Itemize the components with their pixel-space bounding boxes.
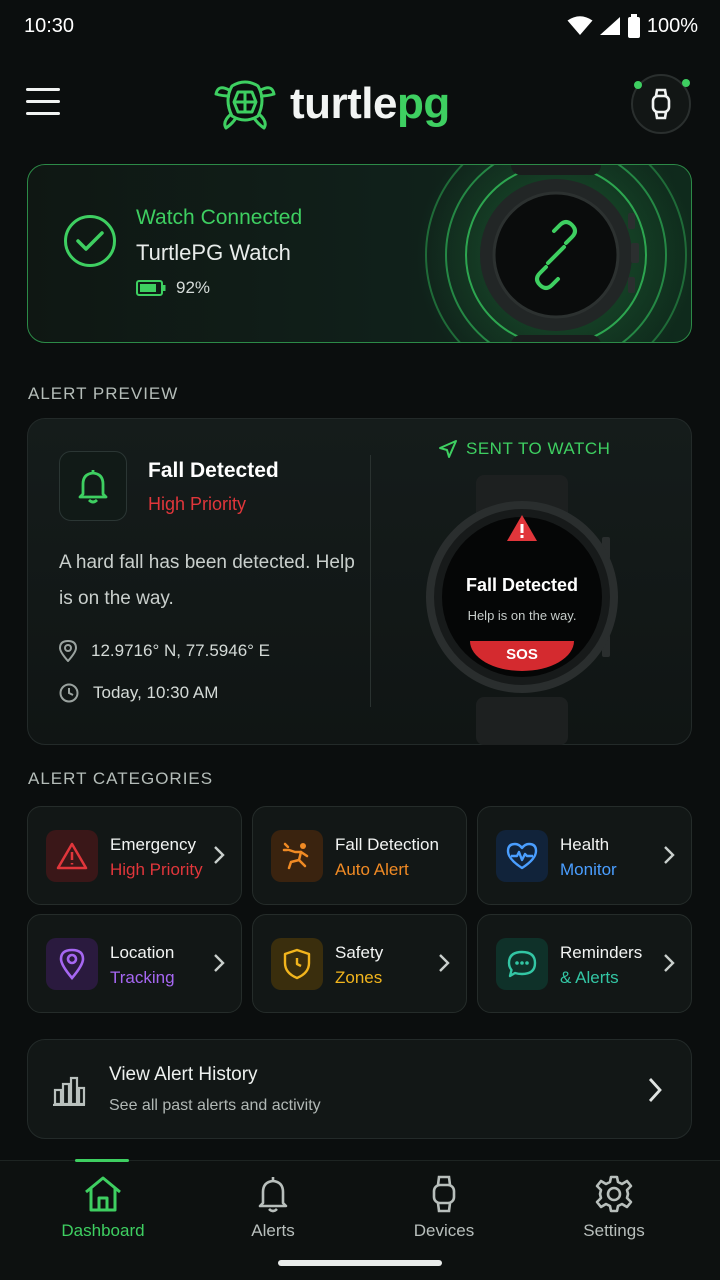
- category-name: Health: [560, 835, 610, 854]
- chevron-right-icon: [214, 954, 225, 972]
- menu-line: [26, 88, 60, 91]
- category-emergency[interactable]: Emergency High Priority: [27, 806, 242, 905]
- category-fall-detection[interactable]: Fall Detection Auto Alert: [252, 806, 467, 905]
- location-pin-icon: [46, 938, 98, 990]
- brand-name-part1: turtle: [290, 79, 398, 128]
- category-name: Emergency: [110, 835, 196, 854]
- category-name: Location: [110, 943, 175, 962]
- home-indicator[interactable]: [278, 1260, 442, 1266]
- location-pin-icon: [59, 640, 77, 662]
- divider: [370, 455, 371, 707]
- status-dot: [634, 81, 642, 89]
- alert-categories-heading: ALERT CATEGORIES: [28, 769, 214, 788]
- watch-button[interactable]: [631, 74, 691, 134]
- alert-title: Fall Detected: [148, 459, 279, 482]
- alert-preview-card[interactable]: Fall Detected High Priority A hard fall …: [27, 418, 692, 745]
- alert-location: 12.9716° N, 77.5946° E: [59, 640, 270, 662]
- tab-label: Dashboard: [61, 1221, 145, 1240]
- category-subtitle: & Alerts: [560, 968, 619, 987]
- active-tab-indicator: [75, 1159, 129, 1162]
- category-subtitle: Zones: [335, 968, 383, 987]
- menu-line: [26, 100, 60, 103]
- clock-icon: [59, 683, 79, 703]
- brand-logo: turtlepg: [212, 76, 450, 132]
- bottom-tab-bar: Dashboard Alerts Devices Settings: [0, 1159, 720, 1280]
- chevron-right-icon: [664, 954, 675, 972]
- tab-devices[interactable]: Devices: [374, 1175, 514, 1255]
- status-bar: 10:30 100%: [0, 0, 720, 52]
- bell-icon-box: [59, 451, 127, 521]
- battery-icon: [627, 14, 640, 38]
- category-reminders[interactable]: Reminders & Alerts: [477, 914, 692, 1013]
- alert-preview-heading: ALERT PREVIEW: [28, 384, 179, 403]
- warning-icon: [46, 830, 98, 882]
- signal-rings-graphic: [416, 165, 691, 342]
- category-subtitle: Tracking: [110, 968, 175, 987]
- tab-label: Alerts: [251, 1221, 295, 1240]
- category-name: Safety: [335, 943, 384, 962]
- watch-alert-preview: Fall Detected Help is on the way. SOS: [426, 475, 618, 745]
- history-title: View Alert History: [109, 1064, 258, 1085]
- turtle-logo-icon: [214, 80, 276, 130]
- shield-icon: [271, 938, 323, 990]
- category-subtitle: High Priority: [110, 860, 203, 879]
- chevron-right-icon: [439, 954, 450, 972]
- watch-icon: [651, 88, 671, 120]
- category-subtitle: Monitor: [560, 860, 617, 879]
- chevron-right-icon: [214, 846, 225, 864]
- sent-to-watch: SENT TO WATCH: [438, 439, 610, 459]
- app-header: turtlepg: [0, 70, 720, 142]
- menu-line: [26, 112, 60, 115]
- watch-connection-card[interactable]: Watch Connected TurtlePG Watch 92%: [27, 164, 692, 343]
- alert-priority: High Priority: [148, 494, 247, 514]
- alert-message: A hard fall has been detected. Help is o…: [59, 552, 355, 609]
- home-icon: [85, 1176, 121, 1212]
- fall-person-icon: [271, 830, 323, 882]
- bar-chart-icon: [53, 1076, 86, 1106]
- alert-time-text: Today, 10:30 AM: [93, 683, 219, 702]
- check-circle-icon: [64, 215, 116, 267]
- category-subtitle: Auto Alert: [335, 860, 409, 879]
- tab-settings[interactable]: Settings: [544, 1175, 684, 1255]
- brand-name-part2: pg: [397, 79, 450, 128]
- connection-status: Watch Connected: [136, 206, 303, 229]
- brand-name: turtlepg: [290, 79, 450, 129]
- battery-level-text: 92%: [176, 278, 211, 297]
- battery-level-icon: [136, 280, 166, 296]
- status-dot: [682, 79, 690, 87]
- menu-button[interactable]: [26, 88, 66, 124]
- category-name: Reminders: [560, 943, 643, 962]
- category-health[interactable]: Health Monitor: [477, 806, 692, 905]
- sent-label: SENT TO WATCH: [466, 439, 611, 458]
- gear-icon: [595, 1175, 633, 1213]
- device-name: TurtlePG Watch: [136, 240, 291, 265]
- device-battery: 92%: [136, 278, 210, 298]
- watch-alert-subtitle: Help is on the way.: [467, 608, 577, 623]
- chat-bubble-icon: [496, 938, 548, 990]
- alert-time: Today, 10:30 AM: [59, 683, 218, 703]
- status-icons: 100%: [567, 14, 698, 38]
- watch-icon: [432, 1175, 456, 1213]
- wifi-icon: [567, 16, 593, 35]
- tab-label: Devices: [413, 1221, 475, 1240]
- category-safety[interactable]: Safety Zones: [252, 914, 467, 1013]
- status-time: 10:30: [24, 14, 75, 37]
- chevron-right-icon: [648, 1078, 662, 1102]
- heart-pulse-icon: [496, 830, 548, 882]
- watch-alert-title: Fall Detected: [465, 575, 579, 595]
- tab-dashboard[interactable]: Dashboard: [33, 1175, 173, 1255]
- category-location[interactable]: Location Tracking: [27, 914, 242, 1013]
- chevron-right-icon: [664, 846, 675, 864]
- bell-icon: [258, 1177, 288, 1213]
- signal-icon: [599, 17, 620, 35]
- tab-alerts[interactable]: Alerts: [203, 1175, 343, 1255]
- battery-percent: 100%: [646, 14, 698, 37]
- category-name: Fall Detection: [335, 835, 439, 854]
- alert-location-text: 12.9716° N, 77.5946° E: [91, 641, 271, 660]
- history-subtitle: See all past alerts and activity: [109, 1097, 321, 1114]
- bell-icon: [78, 470, 108, 504]
- tab-label: Settings: [583, 1221, 645, 1240]
- send-icon: [439, 440, 457, 458]
- view-alert-history-button[interactable]: View Alert History See all past alerts a…: [27, 1039, 692, 1139]
